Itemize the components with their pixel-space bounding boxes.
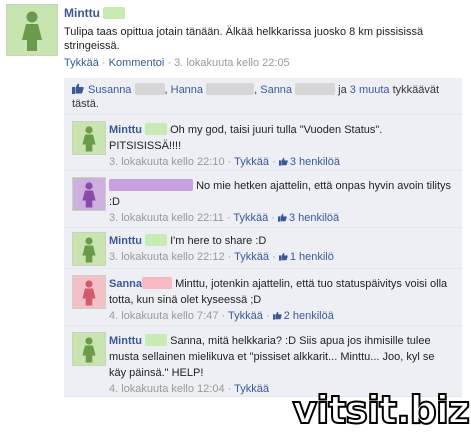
thumbs-up-icon <box>272 311 282 320</box>
comment-like-link[interactable]: Tykkää <box>234 383 269 395</box>
commenter-avatar[interactable] <box>72 275 106 309</box>
post-like-link[interactable]: Tykkää <box>64 57 99 69</box>
comment-item: No mie hetken ajattelin, että onpas hyvi… <box>64 171 462 228</box>
thumbs-up-icon <box>278 252 288 261</box>
comment-timestamp[interactable]: 3. lokakuuta kello 22:11 <box>109 212 224 224</box>
comment-meta: 4. lokakuuta kello 7:47 · Tykkää · 2 hen… <box>109 310 334 322</box>
thumbs-up-icon <box>278 157 288 166</box>
comment-likes-count[interactable]: 3 henkilöä <box>278 156 340 168</box>
comment-item: Minttu Oh my god, taisi juuri tulla "Vuo… <box>64 115 462 171</box>
comment-likes-count[interactable]: 3 henkilöä <box>277 212 339 224</box>
comment-meta: 3. lokakuuta kello 22:11 · Tykkää · 3 he… <box>109 212 340 224</box>
thumbs-up-icon <box>277 213 287 222</box>
commenter-avatar[interactable] <box>72 177 106 211</box>
post-author-name[interactable]: Minttu <box>64 6 126 20</box>
comment-like-link[interactable]: Tykkää <box>234 156 269 168</box>
likes-others-link[interactable]: 3 muuta <box>350 84 390 96</box>
commenter-name[interactable] <box>109 179 193 192</box>
post-meta: Tykkää · Kommentoi · 3. lokakuuta kello … <box>64 57 290 69</box>
comment-text: I'm here to share :D <box>170 235 267 247</box>
comment-meta: 3. lokakuuta kello 22:12 · Tykkää · 1 he… <box>109 251 334 263</box>
watermark: vitsit.biz <box>291 387 471 433</box>
comment-timestamp[interactable]: 4. lokakuuta kello 7:47 <box>109 310 218 322</box>
commenter-name[interactable]: Minttu <box>109 234 168 247</box>
post-timestamp[interactable]: 3. lokakuuta kello 22:05 <box>174 57 290 69</box>
post-comment-link[interactable]: Kommentoi <box>109 57 165 69</box>
comment-item: Sanna Minttu, jotenkin ajattelin, että t… <box>64 269 462 326</box>
comment-likes-count[interactable]: 2 henkilöä <box>272 310 334 322</box>
comment-item: Minttu I'm here to share :D 3. lokakuuta… <box>64 228 462 269</box>
comment-like-link[interactable]: Tykkää <box>234 251 269 263</box>
comment-likes-count[interactable]: 1 henkilö <box>278 251 334 263</box>
comment-item: Minttu Sanna, mitä helkkaria? :D Siis ap… <box>64 326 462 397</box>
commenter-name[interactable]: Minttu <box>109 123 168 136</box>
liker-susanna[interactable]: Susanna <box>88 84 131 96</box>
comment-meta: 3. lokakuuta kello 22:10 · Tykkää · 3 he… <box>109 156 340 168</box>
commenter-avatar[interactable] <box>72 121 106 155</box>
comment-timestamp[interactable]: 4. lokakuuta kello 12:04 <box>109 383 225 395</box>
commenter-avatar[interactable] <box>72 232 106 266</box>
likes-summary: Susanna , Hanna , Sanna ja 3 muuta tykkä… <box>64 78 462 115</box>
liker-sanna[interactable]: Sanna <box>260 84 292 96</box>
liker-hanna[interactable]: Hanna <box>171 84 203 96</box>
thumbs-up-icon <box>72 83 84 94</box>
comment-timestamp[interactable]: 3. lokakuuta kello 22:10 <box>109 156 225 168</box>
commenter-avatar[interactable] <box>72 332 106 366</box>
commenter-name[interactable]: Minttu <box>109 334 168 347</box>
post-author-avatar[interactable] <box>6 4 58 56</box>
comment-timestamp[interactable]: 3. lokakuuta kello 22:12 <box>109 251 225 263</box>
comment-like-link[interactable]: Tykkää <box>228 310 263 322</box>
post-text: Tulipa taas opittua jotain tänään. Älkää… <box>64 26 424 52</box>
comment-like-link[interactable]: Tykkää <box>233 212 268 224</box>
commenter-name[interactable]: Sanna <box>109 277 173 290</box>
redacted-surname <box>103 7 126 19</box>
